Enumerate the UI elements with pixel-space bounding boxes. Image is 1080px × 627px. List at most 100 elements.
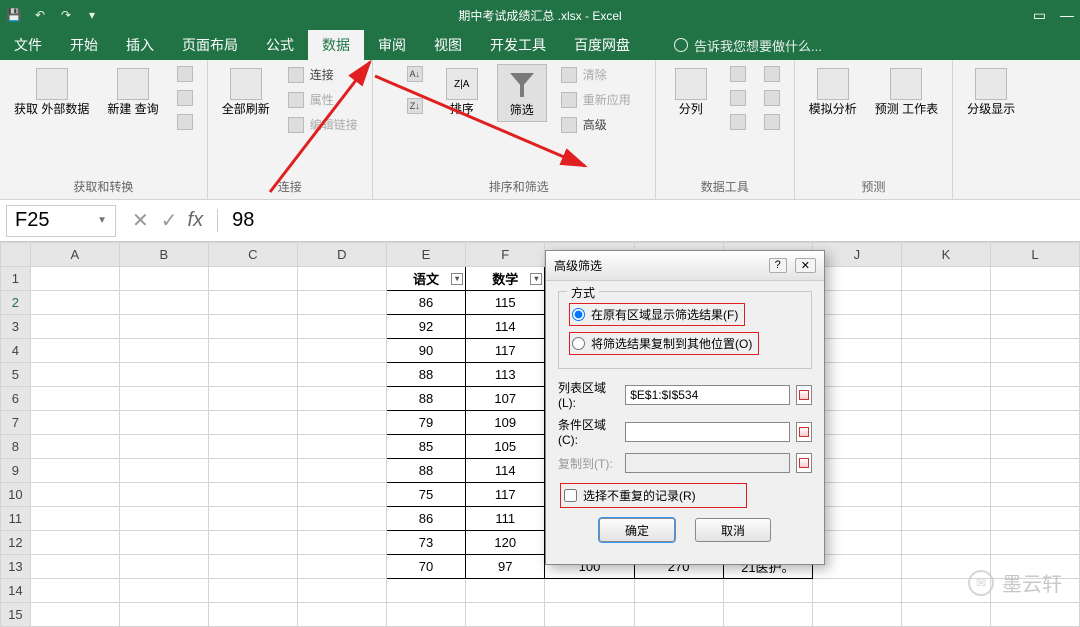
enter-formula-icon[interactable]: ✓	[161, 208, 178, 233]
cell[interactable]	[297, 363, 386, 387]
cell[interactable]: 88	[386, 363, 465, 387]
cell[interactable]: 113	[466, 363, 545, 387]
cell[interactable]	[990, 291, 1079, 315]
cell[interactable]	[208, 483, 297, 507]
cell[interactable]	[30, 435, 119, 459]
consolidate-button[interactable]	[760, 64, 784, 84]
cell[interactable]	[901, 363, 990, 387]
column-header[interactable]: K	[901, 243, 990, 267]
cell[interactable]	[901, 339, 990, 363]
cell[interactable]	[208, 291, 297, 315]
cell[interactable]: 86	[386, 291, 465, 315]
range-picker-button[interactable]	[796, 453, 812, 473]
row-header[interactable]: 8	[1, 435, 31, 459]
cell[interactable]	[30, 531, 119, 555]
row-header[interactable]: 10	[1, 483, 31, 507]
filter-button[interactable]: 筛选	[497, 64, 547, 122]
cell[interactable]	[208, 411, 297, 435]
cell[interactable]: 114	[466, 459, 545, 483]
cell[interactable]	[208, 555, 297, 579]
formula-value[interactable]: 98	[218, 209, 254, 232]
column-header[interactable]: D	[297, 243, 386, 267]
cell[interactable]	[297, 531, 386, 555]
data-validation-button[interactable]	[726, 112, 750, 132]
cell[interactable]	[990, 339, 1079, 363]
cell[interactable]: 109	[466, 411, 545, 435]
cell[interactable]	[812, 435, 901, 459]
column-header[interactable]: B	[119, 243, 208, 267]
cell[interactable]	[119, 387, 208, 411]
cell[interactable]	[208, 507, 297, 531]
relationships-button[interactable]	[760, 88, 784, 108]
cell[interactable]	[119, 363, 208, 387]
cell[interactable]	[990, 483, 1079, 507]
cell[interactable]: 79	[386, 411, 465, 435]
cell[interactable]	[812, 291, 901, 315]
manage-model-button[interactable]	[760, 112, 784, 132]
list-range-input[interactable]	[625, 385, 790, 405]
cell[interactable]	[30, 339, 119, 363]
cell[interactable]	[812, 315, 901, 339]
column-header[interactable]: C	[208, 243, 297, 267]
refresh-all-button[interactable]: 全部刷新	[218, 64, 274, 120]
cell[interactable]	[30, 555, 119, 579]
forecast-sheet-button[interactable]: 预测 工作表	[871, 64, 942, 120]
sort-desc-button[interactable]: Z↓	[403, 96, 427, 116]
cell[interactable]	[208, 387, 297, 411]
cell[interactable]	[119, 339, 208, 363]
cell[interactable]	[297, 411, 386, 435]
cell[interactable]	[30, 483, 119, 507]
cell[interactable]	[901, 507, 990, 531]
minimize-icon[interactable]: —	[1060, 7, 1074, 24]
cell[interactable]	[812, 555, 901, 579]
cell[interactable]	[990, 315, 1079, 339]
cell[interactable]: 90	[386, 339, 465, 363]
cell[interactable]	[208, 339, 297, 363]
filter-in-place-radio[interactable]	[572, 308, 585, 321]
row-header[interactable]: 13	[1, 555, 31, 579]
cell[interactable]: 92	[386, 315, 465, 339]
cell[interactable]: 70	[386, 555, 465, 579]
row-header[interactable]: 6	[1, 387, 31, 411]
cell[interactable]	[30, 267, 119, 291]
cell[interactable]	[723, 579, 812, 603]
cell[interactable]	[30, 411, 119, 435]
text-to-columns-button[interactable]: 分列	[666, 64, 716, 120]
row-header[interactable]: 4	[1, 339, 31, 363]
cell[interactable]	[297, 459, 386, 483]
cell[interactable]	[466, 579, 545, 603]
select-all-corner[interactable]	[1, 243, 31, 267]
cell[interactable]: 数学▾	[466, 267, 545, 291]
cell[interactable]	[812, 267, 901, 291]
sort-button[interactable]: Z|A排序	[437, 64, 487, 120]
cell[interactable]	[386, 579, 465, 603]
cell[interactable]	[901, 411, 990, 435]
row-header[interactable]: 12	[1, 531, 31, 555]
cell[interactable]	[119, 435, 208, 459]
cell[interactable]: 117	[466, 339, 545, 363]
get-external-data-button[interactable]: 获取 外部数据	[10, 64, 93, 120]
cell[interactable]: 97	[466, 555, 545, 579]
undo-icon[interactable]: ↶	[32, 7, 48, 23]
dialog-titlebar[interactable]: 高级筛选 ? ✕	[546, 251, 824, 281]
cell[interactable]	[208, 579, 297, 603]
cell[interactable]	[297, 267, 386, 291]
row-header[interactable]: 5	[1, 363, 31, 387]
help-icon[interactable]: ?	[769, 258, 787, 273]
cell[interactable]	[119, 291, 208, 315]
cell[interactable]	[30, 363, 119, 387]
cell[interactable]	[901, 459, 990, 483]
tab-view[interactable]: 视图	[420, 30, 476, 60]
cell[interactable]	[297, 555, 386, 579]
filter-dropdown-icon[interactable]: ▾	[530, 273, 542, 285]
cell[interactable]	[297, 483, 386, 507]
cell[interactable]	[297, 291, 386, 315]
cell[interactable]	[812, 411, 901, 435]
tab-developer[interactable]: 开发工具	[476, 30, 560, 60]
cell[interactable]: 105	[466, 435, 545, 459]
cell[interactable]: 107	[466, 387, 545, 411]
tab-layout[interactable]: 页面布局	[168, 30, 252, 60]
cell[interactable]	[812, 459, 901, 483]
column-header[interactable]: F	[466, 243, 545, 267]
cell[interactable]	[30, 315, 119, 339]
